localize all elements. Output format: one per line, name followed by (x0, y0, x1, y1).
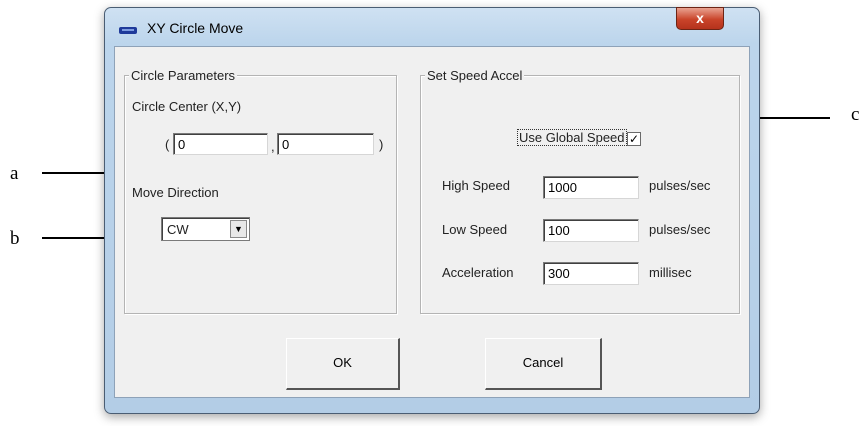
move-direction-value: CW (167, 222, 189, 237)
high-speed-label: High Speed (442, 178, 510, 193)
close-icon: x (696, 10, 704, 26)
circle-center-label: Circle Center (X,Y) (132, 99, 242, 114)
title-bar[interactable]: XY Circle Move x (105, 7, 759, 46)
callout-a: a (10, 163, 19, 184)
high-speed-unit: pulses/sec (649, 178, 711, 193)
comma-separator: , (271, 139, 275, 154)
low-speed-input[interactable]: 100 (543, 219, 639, 242)
center-x-input[interactable]: 0 (173, 133, 268, 155)
use-global-speed-label[interactable]: Use Global Speed (517, 129, 627, 146)
app-icon (119, 27, 137, 34)
center-y-input[interactable]: 0 (277, 133, 374, 155)
acceleration-label: Acceleration (442, 265, 514, 280)
high-speed-input[interactable]: 1000 (543, 176, 639, 199)
close-button[interactable]: x (676, 7, 724, 30)
low-speed-unit: pulses/sec (649, 222, 711, 237)
move-direction-label: Move Direction (132, 185, 219, 200)
move-direction-select[interactable]: CW ▼ (161, 217, 250, 241)
check-icon: ✓ (628, 132, 640, 146)
dialog-client-area: Circle Parameters Circle Center (X,Y) ( … (114, 46, 750, 398)
acceleration-unit: millisec (649, 265, 692, 280)
dialog-window: XY Circle Move x Circle Parameters Circl… (104, 7, 760, 414)
speed-accel-group-label: Set Speed Accel (425, 68, 525, 83)
ok-button[interactable]: OK (286, 338, 400, 390)
paren-open: ( (165, 137, 170, 152)
acceleration-input[interactable]: 300 (543, 262, 639, 285)
cancel-button[interactable]: Cancel (485, 338, 602, 390)
paren-close: ) (379, 137, 384, 152)
use-global-speed-checkbox[interactable]: ✓ (627, 132, 641, 146)
circle-parameters-group-label: Circle Parameters (129, 68, 238, 83)
callout-b: b (10, 228, 20, 249)
low-speed-label: Low Speed (442, 222, 508, 237)
window-title: XY Circle Move (147, 20, 244, 36)
chevron-down-icon[interactable]: ▼ (230, 220, 247, 238)
callout-c: c (851, 104, 860, 125)
